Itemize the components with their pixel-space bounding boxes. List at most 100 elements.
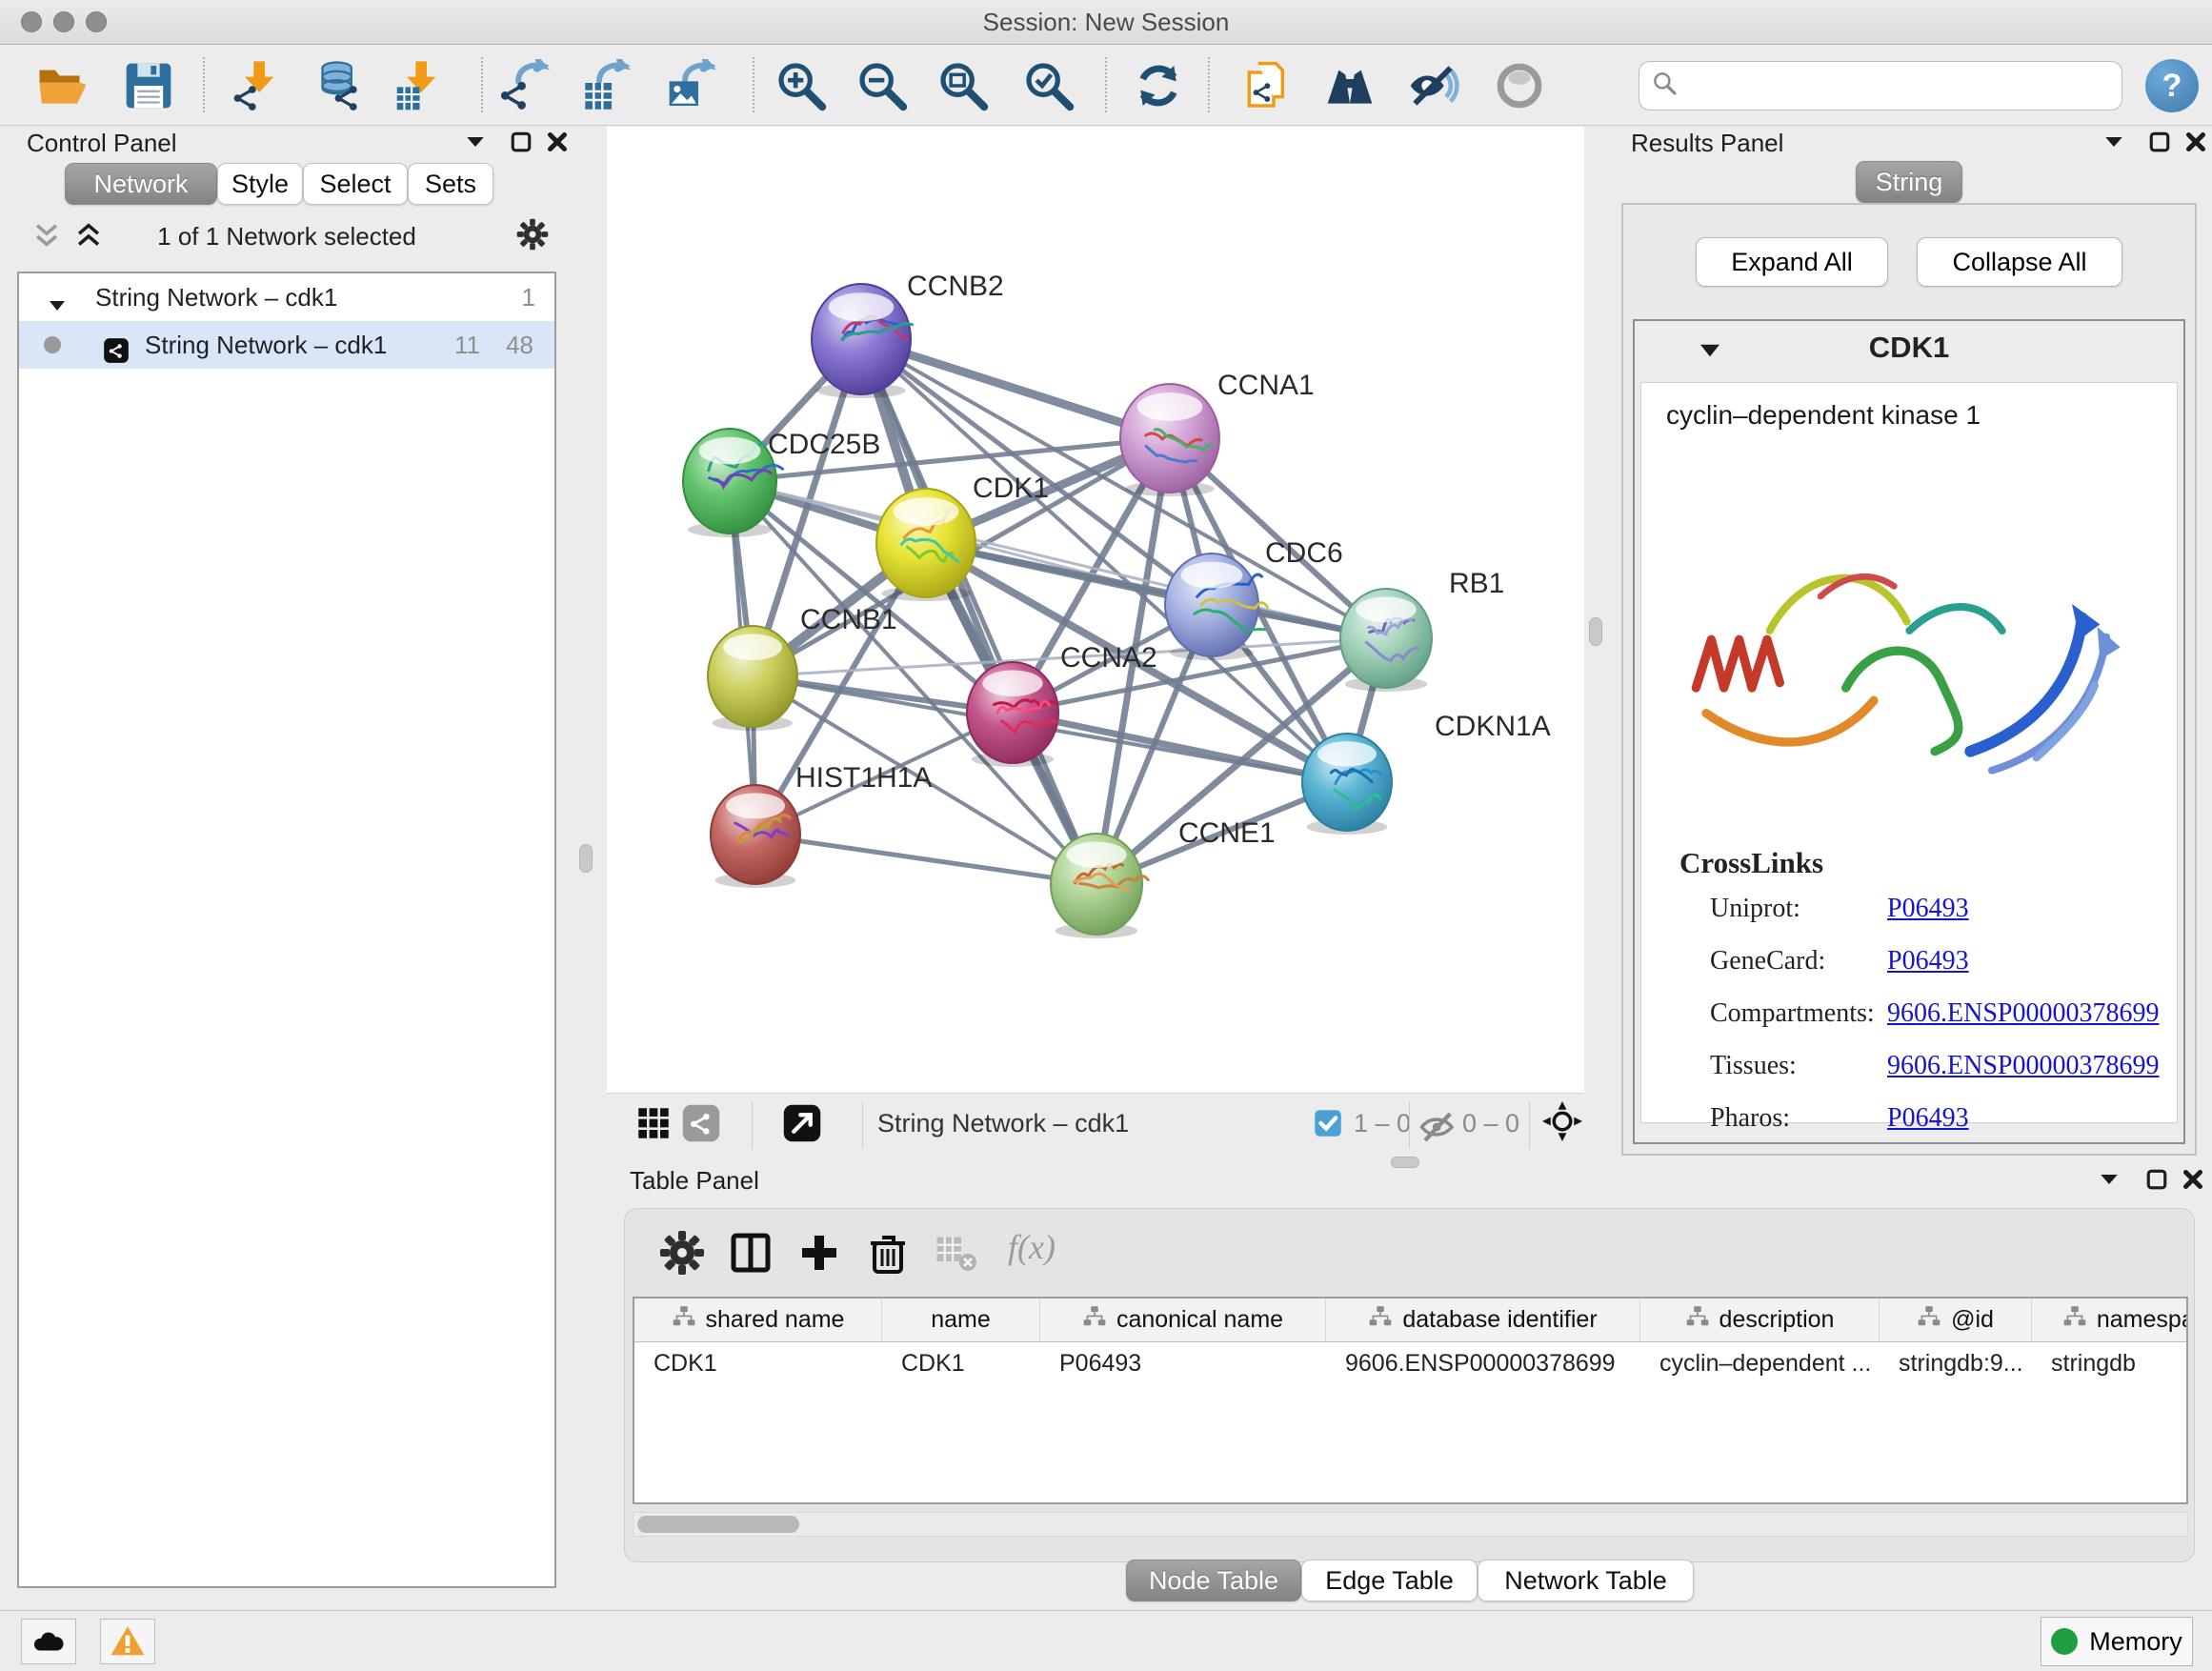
node-RB1[interactable]: RB1	[1340, 568, 1504, 692]
crosslink-label: Tissues:	[1710, 1051, 1797, 1080]
refresh-button[interactable]	[1130, 57, 1187, 114]
crosslink-link[interactable]: P06493	[1887, 946, 1969, 976]
network-tree-row[interactable]: String Network – cdk1 11 48	[19, 321, 554, 369]
crosslink-link[interactable]: P06493	[1887, 1103, 1969, 1134]
table-delete-icon[interactable]	[934, 1230, 979, 1278]
import-network-button[interactable]	[230, 57, 287, 114]
right-splitter-handle[interactable]	[1589, 617, 1602, 646]
table-cell: 9606.ENSP00000378699	[1326, 1342, 1640, 1386]
column-header-name[interactable]: name	[882, 1299, 1040, 1341]
column-header--id[interactable]: @id	[1880, 1299, 2032, 1341]
column-label: shared name	[706, 1306, 845, 1334]
column-header-description[interactable]: description	[1640, 1299, 1880, 1341]
panel-close-icon[interactable]	[2178, 127, 2212, 159]
panel-float-icon[interactable]	[503, 127, 539, 159]
table-row[interactable]: CDK1CDK1P064939606.ENSP00000378699cyclin…	[634, 1342, 2186, 1386]
panel-menu-icon[interactable]	[2096, 127, 2132, 159]
binoculars-button[interactable]	[1321, 57, 1378, 114]
export-network-button[interactable]	[496, 57, 553, 114]
expand-all-button[interactable]: Expand All	[1696, 237, 1888, 287]
copy-document-button[interactable]	[1238, 57, 1296, 114]
search-box[interactable]	[1639, 61, 2122, 111]
cloud-icon[interactable]	[21, 1619, 76, 1664]
panel-menu-icon[interactable]	[2091, 1164, 2127, 1197]
crosshair-icon[interactable]	[1542, 1101, 1582, 1141]
tab-edge-table[interactable]: Edge Table	[1301, 1560, 1478, 1601]
table-cell: stringdb:9...	[1880, 1342, 2032, 1386]
node-HIST1H1A[interactable]: HIST1H1A	[711, 762, 932, 888]
folder-open-button[interactable]	[34, 57, 91, 114]
tab-network[interactable]: Network	[65, 163, 217, 205]
node-CCNA1[interactable]: CCNA1	[1120, 370, 1315, 496]
column-header-database-identifier[interactable]: database identifier	[1326, 1299, 1640, 1341]
gear-icon[interactable]	[659, 1230, 705, 1278]
panel-close-icon[interactable]	[539, 127, 575, 159]
search-input[interactable]	[1687, 70, 2110, 102]
toolbar-separator	[1105, 57, 1107, 112]
network-tree-row[interactable]: String Network – cdk1 1	[19, 273, 554, 321]
crosslink-link[interactable]: 9606.ENSP00000378699	[1887, 1051, 2159, 1081]
function-builder-icon[interactable]: f(x)	[1002, 1226, 1061, 1268]
import-table-button[interactable]	[392, 57, 449, 114]
tab-network-table[interactable]: Network Table	[1478, 1560, 1694, 1601]
network-selection-status: 1 of 1 Network selected	[17, 222, 556, 252]
hide-details-button[interactable]	[1404, 57, 1461, 114]
columns-icon[interactable]	[728, 1230, 774, 1278]
node-table-container: f(x) shared name name canonical name data…	[624, 1208, 2195, 1562]
export-table-button[interactable]	[577, 57, 634, 114]
table-cell: P06493	[1040, 1342, 1326, 1386]
crosslink-link[interactable]: P06493	[1887, 894, 1969, 924]
zoom-in-button[interactable]	[773, 57, 830, 114]
edge-CCNA2-CDKN1A[interactable]	[1013, 713, 1347, 782]
edge-HIST1H1A-CCNE1[interactable]	[755, 835, 1096, 884]
crosslink-label: Compartments:	[1710, 998, 1875, 1028]
tab-string[interactable]: String	[1856, 161, 1962, 203]
panel-menu-icon[interactable]	[457, 127, 493, 159]
table-horizontal-scrollbar[interactable]	[633, 1512, 2188, 1537]
network-view[interactable]: CCNB2CCNA1CDC25BCDK1CDC6RB1CCNB1CCNA2CDK…	[607, 127, 1584, 1093]
column-header-shared-name[interactable]: shared name	[634, 1299, 882, 1341]
memory-label: Memory	[2089, 1627, 2182, 1657]
help-button[interactable]: ?	[2145, 59, 2199, 112]
left-splitter-handle[interactable]	[579, 844, 593, 873]
column-header-canonical-name[interactable]: canonical name	[1040, 1299, 1326, 1341]
export-image-button[interactable]	[663, 57, 720, 114]
gear-icon[interactable]	[516, 218, 549, 253]
panel-close-icon[interactable]	[2175, 1164, 2211, 1197]
tab-node-table[interactable]: Node Table	[1126, 1560, 1301, 1601]
zoom-selected-button[interactable]	[1020, 57, 1077, 114]
tab-sets[interactable]: Sets	[408, 163, 493, 205]
panel-float-icon[interactable]	[2139, 1164, 2175, 1197]
fork-icon	[1368, 1304, 1393, 1336]
share-view-icon[interactable]	[681, 1103, 721, 1143]
zoom-fit-button[interactable]	[935, 57, 992, 114]
scrollbar-handle[interactable]	[637, 1516, 799, 1533]
warning-icon[interactable]	[100, 1619, 155, 1664]
import-database-button[interactable]	[311, 57, 368, 114]
trash-icon[interactable]	[865, 1230, 911, 1278]
memory-status-dot	[2051, 1628, 2078, 1655]
zoom-out-button[interactable]	[854, 57, 911, 114]
selected-checkbox-icon[interactable]	[1314, 1109, 1342, 1137]
node-CCNB1[interactable]: CCNB1	[708, 604, 897, 731]
network-view-toolbar: String Network – cdk1 1 – 0 0 – 0	[607, 1093, 1584, 1156]
tab-select[interactable]: Select	[303, 163, 408, 205]
birdseye-grid-icon[interactable]	[633, 1103, 674, 1143]
show-graphics-button[interactable]	[1491, 57, 1548, 114]
hidden-eye-icon[interactable]	[1418, 1107, 1458, 1147]
detach-view-icon[interactable]	[782, 1103, 822, 1143]
save-button[interactable]	[120, 57, 177, 114]
crosslink-link[interactable]: 9606.ENSP00000378699	[1887, 998, 2159, 1029]
tab-style[interactable]: Style	[217, 163, 303, 205]
column-label: database identifier	[1402, 1306, 1597, 1334]
control-panel: Control Panel 1 of 1 Network selected St…	[10, 127, 564, 1594]
node-CCNE1[interactable]: CCNE1	[1051, 817, 1276, 938]
memory-button[interactable]: Memory	[2041, 1617, 2193, 1666]
column-header-namespace[interactable]: namespace	[2032, 1299, 2188, 1341]
collapse-all-button[interactable]: Collapse All	[1917, 237, 2122, 287]
node-CDKN1A[interactable]: CDKN1A	[1302, 711, 1551, 835]
panel-float-icon[interactable]	[2142, 127, 2178, 159]
plus-icon[interactable]	[796, 1230, 842, 1278]
node-table[interactable]: shared name name canonical name database …	[633, 1297, 2188, 1504]
network-tree: String Network – cdk1 1 String Network –…	[17, 272, 556, 1588]
